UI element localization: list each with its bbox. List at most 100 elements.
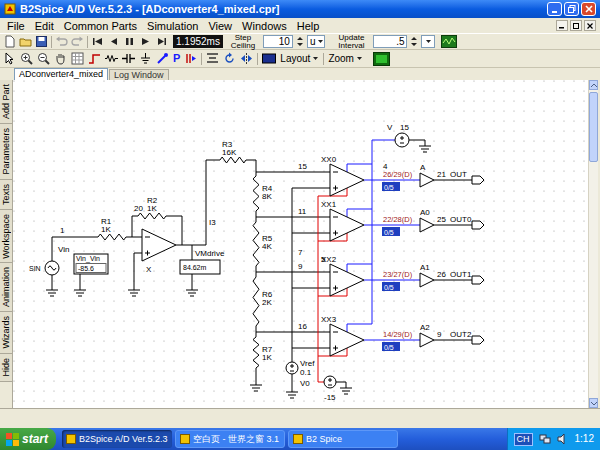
probe-icon[interactable] — [156, 52, 169, 65]
menu-item[interactable]: Help — [292, 19, 325, 33]
resistor[interactable]: R11K — [98, 217, 142, 240]
unit-dropdown[interactable]: u — [307, 35, 326, 48]
spinner-icon[interactable] — [410, 35, 418, 48]
resistor[interactable]: R62K — [253, 272, 273, 332]
comparator[interactable]: XX122/28(D)0/5 — [321, 200, 420, 241]
step-forward-icon[interactable] — [155, 35, 168, 48]
part-glyph[interactable]: P — [173, 52, 180, 65]
resistor[interactable]: R316K — [206, 140, 256, 245]
voltage-probe-icon[interactable] — [184, 52, 197, 65]
comparator[interactable]: XX0426/29(D)0/5 — [321, 155, 420, 196]
menu-item[interactable]: Common Parts — [59, 19, 142, 33]
menu-bar: FileEditCommon PartsSimulationViewWindow… — [0, 18, 600, 33]
wire-icon[interactable] — [88, 52, 101, 65]
layout-menu[interactable]: Layout — [280, 53, 319, 65]
grid-icon[interactable] — [71, 52, 84, 65]
digital-state: 22/28(D) — [383, 215, 413, 224]
display-icon[interactable] — [373, 52, 390, 66]
close-button[interactable] — [581, 2, 596, 16]
menu-item[interactable]: Simulation — [142, 19, 203, 33]
zoom-menu[interactable]: Zoom — [328, 53, 363, 65]
supply[interactable]: V0-15 — [300, 376, 352, 402]
pause-icon[interactable] — [123, 35, 136, 48]
doc-close-button[interactable] — [584, 20, 596, 31]
side-tab[interactable]: Workspace — [0, 210, 12, 264]
buffer[interactable]: A21OUT — [420, 163, 484, 187]
update-interval-field[interactable]: .5 — [373, 35, 407, 48]
start-button[interactable]: start — [0, 428, 56, 450]
rotate-icon[interactable] — [223, 52, 236, 65]
save-icon[interactable] — [35, 35, 48, 48]
scope-icon[interactable] — [441, 35, 457, 48]
language-indicator[interactable]: CH — [514, 433, 533, 446]
rewind-icon[interactable] — [91, 35, 104, 48]
doc-restore-button[interactable] — [570, 20, 582, 31]
part-value: 0.1 — [300, 368, 312, 377]
resistor[interactable]: R54K — [253, 217, 273, 272]
open-folder-icon[interactable] — [19, 35, 32, 48]
ground — [250, 385, 262, 391]
ground-icon[interactable] — [139, 52, 152, 65]
side-tabs: Add PartParametersTextsWorkspaceAnimatio… — [0, 80, 13, 408]
menu-item[interactable]: Edit — [30, 19, 59, 33]
maximize-button[interactable] — [564, 2, 579, 16]
interval-unit-dropdown[interactable] — [421, 35, 435, 48]
minimize-button[interactable] — [547, 2, 562, 16]
flip-icon[interactable] — [240, 52, 253, 65]
schematic-canvas[interactable]: 1VinSINVin_Vin-85.6R11KR21K20XVMdrive84.… — [13, 80, 588, 408]
close-icon — [587, 23, 593, 29]
play-icon[interactable] — [139, 35, 152, 48]
network-icon[interactable] — [539, 433, 551, 445]
side-tab[interactable]: Parameters — [0, 124, 12, 180]
align-icon[interactable] — [206, 52, 219, 65]
side-tab[interactable]: Add Part — [0, 80, 12, 124]
scroll-thumb[interactable] — [589, 92, 598, 162]
caret-icon — [425, 36, 432, 47]
hand-icon[interactable] — [54, 52, 67, 65]
step-ceiling-label: Step Ceiling — [226, 34, 260, 50]
new-file-icon[interactable] — [3, 35, 16, 48]
taskbar-button[interactable]: B2 Spice — [288, 430, 398, 448]
side-tab[interactable]: Texts — [0, 180, 12, 210]
menu-item[interactable]: Windows — [237, 19, 292, 33]
side-tab[interactable]: Animation — [0, 263, 12, 312]
reference-source[interactable]: Vref0.1 — [286, 359, 315, 398]
scroll-up-button[interactable] — [589, 80, 598, 90]
side-tab[interactable]: Wizards — [0, 312, 12, 354]
step-ceiling-field[interactable]: 10 — [263, 35, 293, 48]
vertical-scrollbar[interactable] — [588, 80, 598, 408]
buffer[interactable]: A126OUT1 — [420, 263, 484, 287]
taskbar-button[interactable]: 空白页 - 世界之窗 3.1 — [175, 430, 285, 448]
resistor-icon[interactable] — [105, 52, 118, 65]
menu-item[interactable]: File — [2, 19, 30, 33]
document-tab[interactable]: Log Window — [109, 69, 169, 80]
capacitor-icon[interactable] — [122, 52, 135, 65]
color-icon[interactable] — [262, 52, 276, 65]
resistor[interactable]: R71K — [253, 332, 273, 385]
taskbar-button-label: B2Spice A/D Ver.5.2.3 — [79, 434, 168, 445]
volume-icon[interactable] — [557, 433, 569, 445]
taskbar-button[interactable]: B2Spice A/D Ver.5.2.3 — [62, 430, 172, 448]
zoom-out-icon[interactable] — [37, 52, 50, 65]
resistor[interactable]: R48K — [253, 172, 273, 217]
step-back-icon[interactable] — [107, 35, 120, 48]
buffer[interactable]: A29OUT2 — [420, 323, 484, 347]
net-label: 7 — [298, 248, 303, 257]
document-tab[interactable]: ADconverter4_mixed — [14, 68, 108, 80]
doc-minimize-button[interactable] — [556, 20, 568, 31]
schematic[interactable]: 1VinSINVin_Vin-85.6R11KR21K20XVMdrive84.… — [13, 80, 588, 408]
meter[interactable]: VMdrive84.62m — [180, 245, 225, 296]
logic-level: 0/5 — [384, 229, 394, 236]
taskbar: start B2Spice A/D Ver.5.2.3 空白页 - 世界之窗 3.… — [0, 428, 600, 450]
buffer[interactable]: A025OUT0 — [420, 208, 484, 232]
menu-item[interactable]: View — [203, 19, 237, 33]
probe-readout[interactable]: Vin_Vin-85.6 — [74, 254, 108, 296]
side-tab[interactable]: Hide — [0, 354, 12, 382]
zoom-in-icon[interactable] — [20, 52, 33, 65]
pointer-icon[interactable] — [3, 52, 16, 65]
comparator[interactable]: XX223/27(D)0/5 — [321, 255, 420, 296]
scroll-down-button[interactable] — [589, 398, 598, 408]
comparator[interactable]: XX314/29(D)0/5 — [321, 315, 420, 356]
spinner-icon[interactable] — [296, 35, 304, 48]
supply[interactable]: V15 — [372, 123, 431, 152]
